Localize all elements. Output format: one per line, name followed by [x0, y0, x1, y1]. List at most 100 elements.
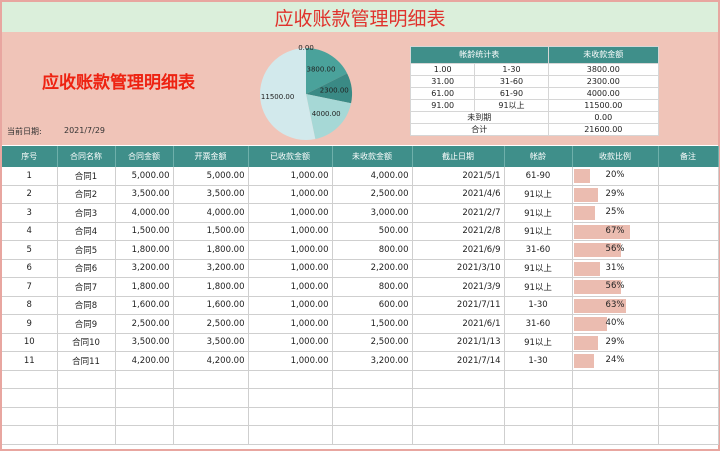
- empty-row[interactable]: [2, 425, 719, 445]
- table-row[interactable]: 8 合同8 1,600.00 1,600.00 1,000.00 600.00 2021/7…: [2, 296, 719, 315]
- cell-no[interactable]: 7: [2, 277, 58, 297]
- cell-name[interactable]: 合同3: [57, 203, 116, 223]
- cell-received[interactable]: 1,000.00: [248, 314, 333, 334]
- empty-cell[interactable]: [658, 425, 719, 445]
- empty-cell[interactable]: [332, 388, 413, 408]
- empty-cell[interactable]: [412, 407, 505, 426]
- aging-amount[interactable]: 11500.00: [547, 99, 660, 112]
- aging-row[interactable]: 61.00 61-90 4000.00: [409, 87, 660, 100]
- cell-due[interactable]: 2021/2/8: [412, 222, 505, 241]
- cell-contract[interactable]: 5,000.00: [115, 167, 174, 186]
- column-header[interactable]: 备注: [658, 146, 719, 167]
- column-header[interactable]: 收款比例: [572, 146, 659, 167]
- cell-no[interactable]: 1: [2, 167, 58, 186]
- empty-row[interactable]: [2, 370, 719, 389]
- cell-no[interactable]: 5: [2, 240, 58, 260]
- column-header[interactable]: 帐龄: [504, 146, 573, 167]
- cell-due[interactable]: 2021/1/13: [412, 333, 505, 352]
- empty-cell[interactable]: [572, 388, 659, 408]
- cell-contract[interactable]: 4,200.00: [115, 351, 174, 371]
- column-header[interactable]: 未收款金额: [332, 146, 413, 167]
- cell-note[interactable]: [658, 351, 719, 371]
- cell-age[interactable]: 91以上: [504, 222, 573, 241]
- cell-note[interactable]: [658, 296, 719, 315]
- table-row[interactable]: 10 合同10 3,500.00 3,500.00 1,000.00 2,500.00 20…: [2, 333, 719, 352]
- total-row[interactable]: 合计 21600.00: [410, 123, 660, 136]
- cell-received[interactable]: 1,000.00: [248, 203, 333, 223]
- cell-note[interactable]: [658, 185, 719, 204]
- cell-received[interactable]: 1,000.00: [248, 351, 333, 371]
- empty-cell[interactable]: [115, 388, 174, 408]
- table-row[interactable]: 3 合同3 4,000.00 4,000.00 1,000.00 3,000.00 2021…: [2, 203, 719, 223]
- empty-cell[interactable]: [504, 370, 573, 389]
- cell-due[interactable]: 2021/7/14: [412, 351, 505, 371]
- aging-pie-chart[interactable]: 0.00 3800.00 2300.00 4000.00 11500.00: [256, 44, 356, 144]
- empty-cell[interactable]: [412, 370, 505, 389]
- cell-note[interactable]: [658, 277, 719, 297]
- cell-name[interactable]: 合同1: [57, 167, 116, 186]
- total-label[interactable]: 合计: [410, 123, 549, 136]
- empty-cell[interactable]: [173, 407, 249, 426]
- cell-received[interactable]: 1,000.00: [248, 167, 333, 186]
- empty-cell[interactable]: [248, 370, 333, 389]
- empty-cell[interactable]: [57, 370, 116, 389]
- cell-unpaid[interactable]: 3,000.00: [332, 203, 413, 223]
- cell-ratio[interactable]: 29%: [572, 333, 659, 352]
- cell-received[interactable]: 1,000.00: [248, 222, 333, 241]
- cell-invoice[interactable]: 4,200.00: [173, 351, 249, 371]
- cell-age[interactable]: 91以上: [504, 277, 573, 297]
- empty-cell[interactable]: [332, 425, 413, 445]
- empty-cell[interactable]: [658, 407, 719, 426]
- cell-no[interactable]: 8: [2, 296, 58, 315]
- current-date-value[interactable]: 2021/7/29: [64, 126, 105, 135]
- empty-cell[interactable]: [248, 388, 333, 408]
- cell-due[interactable]: 2021/5/1: [412, 167, 505, 186]
- cell-no[interactable]: 9: [2, 314, 58, 334]
- cell-due[interactable]: 2021/6/1: [412, 314, 505, 334]
- empty-cell[interactable]: [57, 407, 116, 426]
- table-row[interactable]: 4 合同4 1,500.00 1,500.00 1,000.00 500.00 2021/2…: [2, 222, 719, 241]
- cell-name[interactable]: 合同10: [57, 333, 116, 352]
- cell-contract[interactable]: 4,000.00: [115, 203, 174, 223]
- empty-cell[interactable]: [115, 425, 174, 445]
- aging-row[interactable]: 1.00 1-30 3800.00: [409, 63, 660, 76]
- cell-due[interactable]: 2021/4/6: [412, 185, 505, 204]
- empty-cell[interactable]: [248, 425, 333, 445]
- not-due-label[interactable]: 未到期: [410, 111, 549, 124]
- aging-range[interactable]: 91以上: [474, 99, 549, 112]
- cell-contract[interactable]: 1,600.00: [115, 296, 174, 315]
- cell-ratio[interactable]: 31%: [572, 259, 659, 278]
- empty-cell[interactable]: [504, 388, 573, 408]
- cell-unpaid[interactable]: 1,500.00: [332, 314, 413, 334]
- cell-ratio[interactable]: 56%: [572, 277, 659, 297]
- cell-unpaid[interactable]: 800.00: [332, 240, 413, 260]
- cell-unpaid[interactable]: 500.00: [332, 222, 413, 241]
- total-amount[interactable]: 21600.00: [547, 123, 660, 136]
- cell-name[interactable]: 合同4: [57, 222, 116, 241]
- aging-range[interactable]: 1-30: [474, 63, 549, 76]
- empty-row[interactable]: [2, 388, 719, 408]
- empty-cell[interactable]: [57, 388, 116, 408]
- cell-invoice[interactable]: 5,000.00: [173, 167, 249, 186]
- aging-row[interactable]: 31.00 31-60 2300.00: [409, 75, 660, 88]
- cell-no[interactable]: 10: [2, 333, 58, 352]
- cell-due[interactable]: 2021/6/9: [412, 240, 505, 260]
- cell-contract[interactable]: 3,500.00: [115, 185, 174, 204]
- aging-amount[interactable]: 3800.00: [547, 63, 660, 76]
- cell-age[interactable]: 61-90: [504, 167, 573, 186]
- empty-cell[interactable]: [504, 425, 573, 445]
- cell-due[interactable]: 2021/7/11: [412, 296, 505, 315]
- cell-name[interactable]: 合同7: [57, 277, 116, 297]
- cell-unpaid[interactable]: 2,200.00: [332, 259, 413, 278]
- empty-cell[interactable]: [572, 407, 659, 426]
- aging-from[interactable]: 61.00: [409, 87, 476, 100]
- column-header[interactable]: 序号: [2, 146, 58, 167]
- table-row[interactable]: 1 合同1 5,000.00 5,000.00 1,000.00 4,000.00 2021…: [2, 167, 719, 186]
- table-row[interactable]: 9 合同9 2,500.00 2,500.00 1,000.00 1,500.00 2021…: [2, 314, 719, 334]
- aging-from[interactable]: 91.00: [409, 99, 476, 112]
- cell-invoice[interactable]: 2,500.00: [173, 314, 249, 334]
- cell-received[interactable]: 1,000.00: [248, 333, 333, 352]
- cell-invoice[interactable]: 1,800.00: [173, 240, 249, 260]
- empty-cell[interactable]: [2, 370, 58, 389]
- cell-name[interactable]: 合同9: [57, 314, 116, 334]
